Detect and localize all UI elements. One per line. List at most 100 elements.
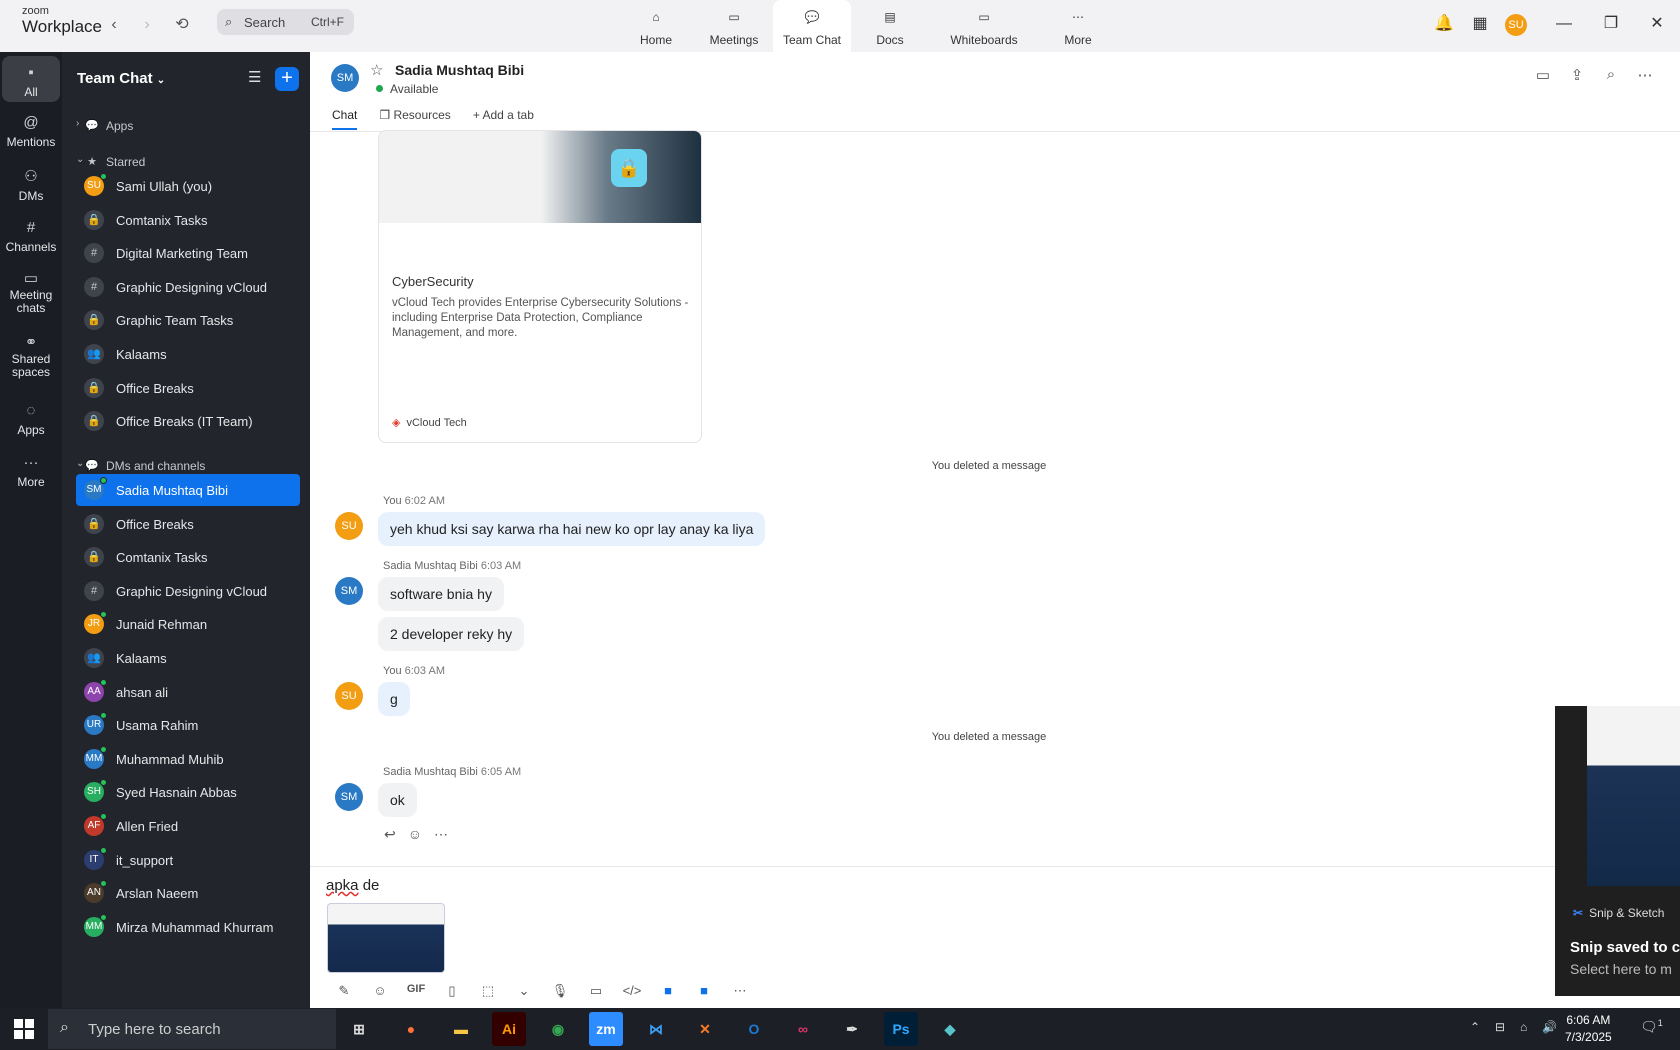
tab-meetings[interactable]: ▭ Meetings [695, 0, 773, 52]
sidebar-item[interactable]: JR Junaid Rehman [76, 608, 300, 640]
more-dots-icon[interactable]: ⋯ [434, 826, 448, 843]
sidebar-item[interactable]: SH Syed Hasnain Abbas [76, 776, 300, 808]
sidebar-item[interactable]: MM Mirza Muhammad Khurram [76, 911, 300, 943]
sidebar-item[interactable]: UR Usama Rahim [76, 709, 300, 741]
screenshot-icon[interactable]: ⬚ [470, 983, 506, 999]
more-dots-icon[interactable]: ⋯ [722, 983, 758, 999]
message-bubble[interactable]: ok [378, 783, 417, 817]
rail-apps[interactable]: ◌ Apps [2, 402, 60, 437]
calendar-icon[interactable]: ▦ [1468, 12, 1492, 36]
rail-channels[interactable]: # Channels [2, 219, 60, 254]
gif-button[interactable]: GIF [398, 983, 434, 999]
sidebar-item[interactable]: SM Sadia Mushtaq Bibi [76, 474, 300, 506]
format-icon[interactable]: ✎ [326, 983, 362, 999]
attached-image-thumbnail[interactable] [327, 903, 445, 973]
section-apps[interactable]: › 💬 Apps [76, 110, 300, 142]
vscode-icon[interactable]: ⋈ [639, 1012, 673, 1046]
network-icon[interactable]: ⊟ [1495, 1020, 1505, 1034]
maximize-icon[interactable]: ❐ [1599, 12, 1623, 36]
tab-home[interactable]: ⌂ Home [617, 0, 695, 52]
sidebar-item[interactable]: 🔒 Comtanix Tasks [76, 541, 300, 573]
rail-shared-spaces[interactable]: ⚭ Shared spaces [2, 335, 60, 379]
notification-icon[interactable]: 🗨1 [1640, 1018, 1663, 1036]
volume-icon[interactable]: 🔊 [1542, 1020, 1557, 1034]
back-arrow-icon[interactable]: ‹ [103, 14, 125, 36]
file-icon[interactable]: ▯ [434, 983, 470, 999]
sidebar-item[interactable]: SU Sami Ullah (you) [76, 170, 300, 202]
chevron-down-icon[interactable]: ⌄ [506, 983, 542, 999]
snip-notification[interactable]: ✂ Snip & Sketch Snip saved to cli Select … [1555, 706, 1680, 996]
video-call-icon[interactable]: ▭ [1526, 66, 1560, 84]
windows-start-icon[interactable] [14, 1019, 34, 1039]
taskbar-search[interactable]: ⌕ Type here to search [48, 1009, 336, 1049]
tab-more[interactable]: ⋯ More [1039, 0, 1117, 52]
photoshop-icon[interactable]: Ps [884, 1012, 918, 1046]
code-icon[interactable]: </> [614, 983, 650, 999]
wifi-icon[interactable]: ⌂ [1520, 1020, 1527, 1034]
forward-arrow-icon[interactable]: › [136, 14, 158, 36]
sidebar-item[interactable]: 🔒 Office Breaks [76, 372, 300, 404]
contact-avatar[interactable]: SM [331, 64, 359, 92]
message-composer[interactable]: apka de ✎ ☺ GIF ▯ ⬚ ⌄ 🎙 ▭ </> ■ ■ ⋯ [310, 866, 1680, 1008]
sidebar-item[interactable]: # Graphic Designing vCloud [76, 575, 300, 607]
sidebar-item[interactable]: 🔒 Graphic Team Tasks [76, 304, 300, 336]
avatar[interactable]: SU [335, 512, 363, 540]
chrome-icon[interactable]: ◉ [541, 1012, 575, 1046]
more-options-icon[interactable]: ⋯ [1628, 66, 1662, 84]
rail-mentions[interactable]: @ Mentions [2, 114, 60, 149]
rail-dms[interactable]: ⚇ DMs [2, 167, 60, 203]
message-bubble[interactable]: yeh khud ksi say karwa rha hai new ko op… [378, 512, 766, 546]
avatar[interactable]: SM [335, 783, 363, 811]
video-message-icon[interactable]: ▭ [578, 983, 614, 999]
sidebar-title[interactable]: Team Chat ⌄ [77, 70, 165, 87]
message-bubble[interactable]: g [378, 682, 410, 716]
chevron-up-icon[interactable]: ⌃ [1470, 1020, 1480, 1034]
sidebar-item[interactable]: # Graphic Designing vCloud [76, 271, 300, 303]
minimize-icon[interactable]: — [1552, 12, 1576, 36]
illustrator-icon[interactable]: Ai [492, 1012, 526, 1046]
sidebar-item[interactable]: MM Muhammad Muhib [76, 743, 300, 775]
link-preview-card[interactable]: 🔒 CyberSecurity vCloud Tech provides Ent… [378, 130, 702, 443]
rail-all[interactable]: ▪ All [2, 56, 60, 102]
pen-tool-icon[interactable]: ✒ [835, 1012, 869, 1046]
contact-name[interactable]: Sadia Mushtaq Bibi [395, 62, 524, 78]
tab-chat[interactable]: Chat [332, 108, 358, 130]
sidebar-item[interactable]: # Digital Marketing Team [76, 237, 300, 269]
creative-cloud-icon[interactable]: ∞ [786, 1012, 820, 1046]
app-icon[interactable]: ◆ [933, 1012, 967, 1046]
reply-icon[interactable]: ↩ [384, 826, 396, 843]
rail-meeting-chats[interactable]: ▭ Meeting chats [2, 271, 60, 315]
composer-input[interactable]: apka de [326, 877, 379, 894]
user-avatar[interactable]: SU [1504, 12, 1528, 36]
sidebar-item[interactable]: 🔒 Comtanix Tasks [76, 204, 300, 236]
sidebar-item[interactable]: AA ahsan ali [76, 676, 300, 708]
app-icon[interactable]: ■ [650, 983, 686, 999]
sidebar-item[interactable]: IT it_support [76, 844, 300, 876]
system-clock[interactable]: 6:06 AM 7/3/2025 [1565, 1012, 1612, 1046]
sidebar-item[interactable]: 👥 Kalaams [76, 338, 300, 370]
add-tab-button[interactable]: + Add a tab [473, 108, 534, 130]
avatar[interactable]: SM [335, 577, 363, 605]
star-icon[interactable]: ☆ [370, 61, 383, 79]
search-icon[interactable]: ⌕ [1594, 66, 1628, 84]
file-explorer-icon[interactable]: ▬ [444, 1012, 478, 1046]
xampp-icon[interactable]: ✕ [688, 1012, 722, 1046]
emoji-icon[interactable]: ☺ [408, 826, 422, 843]
sidebar-item[interactable]: 👥 Kalaams [76, 642, 300, 674]
filter-icon[interactable]: ☰ [248, 68, 261, 86]
task-view-icon[interactable]: ⊞ [342, 1012, 376, 1046]
tab-team-chat[interactable]: 💬 Team Chat [773, 0, 851, 52]
sidebar-item[interactable]: AF Allen Fried [76, 810, 300, 842]
new-chat-button[interactable]: + [275, 67, 299, 91]
tab-resources[interactable]: ❐ Resources [379, 108, 450, 130]
message-bubble[interactable]: software bnia hy [378, 577, 504, 611]
tab-whiteboards[interactable]: ▭ Whiteboards [929, 0, 1039, 52]
avatar[interactable]: SU [335, 682, 363, 710]
microphone-icon[interactable]: 🎙 [542, 983, 578, 999]
sidebar-item[interactable]: 🔒 Office Breaks [76, 508, 300, 540]
search-box[interactable]: ⌕ Search Ctrl+F [217, 9, 354, 35]
bell-icon[interactable]: 🔔 [1432, 12, 1456, 36]
close-icon[interactable]: ✕ [1645, 12, 1669, 36]
whiteboard-share-icon[interactable]: ■ [686, 983, 722, 999]
outlook-icon[interactable]: O [737, 1012, 771, 1046]
